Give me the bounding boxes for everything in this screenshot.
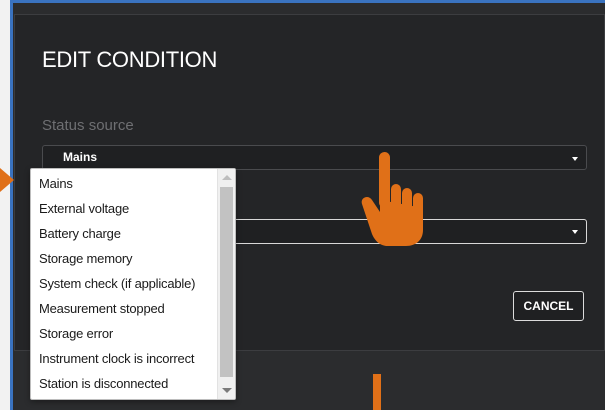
scroll-thumb[interactable] [220, 187, 233, 377]
dropdown-option-storage-memory[interactable]: Storage memory [31, 246, 217, 271]
scroll-down-icon[interactable] [222, 388, 232, 393]
dropdown-scrollbar[interactable] [217, 169, 235, 399]
chevron-down-icon [572, 230, 578, 234]
scroll-up-icon[interactable] [222, 175, 232, 180]
hand-pointer-icon [361, 152, 423, 246]
status-source-select[interactable]: Mains [42, 145, 587, 170]
dropdown-option-battery-charge[interactable]: Battery charge [31, 221, 217, 246]
status-source-dropdown[interactable]: Mains External voltage Battery charge St… [30, 168, 236, 400]
status-source-label: Status source [42, 117, 134, 134]
dialog-title: EDIT CONDITION [42, 47, 218, 72]
chevron-down-icon [572, 157, 578, 161]
dropdown-option-mains[interactable]: Mains [31, 171, 217, 196]
dropdown-option-station-disconnected[interactable]: Station is disconnected [31, 371, 217, 396]
arrow-stem [373, 374, 381, 410]
dropdown-option-storage-error[interactable]: Storage error [31, 321, 217, 346]
dropdown-option-measurement-stopped[interactable]: Measurement stopped [31, 296, 217, 321]
dropdown-option-system-check[interactable]: System check (if applicable) [31, 271, 217, 296]
left-strip [0, 0, 10, 410]
screen: EDIT CONDITION Status source Mains CANCE… [0, 0, 605, 410]
cancel-button[interactable]: CANCEL [513, 291, 584, 321]
dropdown-option-instrument-clock[interactable]: Instrument clock is incorrect [31, 346, 217, 371]
dropdown-list: Mains External voltage Battery charge St… [31, 171, 217, 396]
dropdown-option-external-voltage[interactable]: External voltage [31, 196, 217, 221]
arrow-right-icon [0, 168, 14, 192]
status-source-value: Mains [63, 150, 98, 164]
